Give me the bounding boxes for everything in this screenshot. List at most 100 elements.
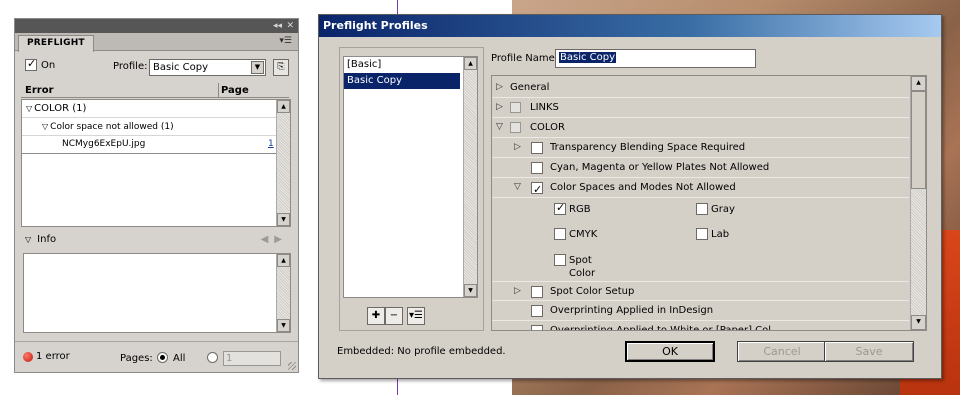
links-checkbox[interactable] xyxy=(510,102,521,113)
collapse-triangle-icon[interactable]: ▽ xyxy=(514,178,521,197)
expand-triangle-icon[interactable]: ▽ xyxy=(42,118,48,135)
expand-triangle-icon[interactable]: ▽ xyxy=(26,100,32,117)
page-column-header[interactable]: Page xyxy=(221,85,249,96)
error-count-text[interactable]: 1 error xyxy=(36,351,70,362)
transparency-checkbox[interactable] xyxy=(531,142,543,154)
profile-rules-tree: ▷ General ▷ LINKS ▽ COLOR ▷ Transparency… xyxy=(491,75,927,331)
scroll-up-icon[interactable]: ▲ xyxy=(277,100,290,113)
expand-triangle-icon[interactable]: ▷ xyxy=(496,78,503,97)
tree-row-overprinting-white[interactable]: Overprinting Applied to White or [Paper]… xyxy=(492,321,909,331)
cmy-plates-checkbox[interactable] xyxy=(531,162,543,174)
error-group-label: COLOR (1) xyxy=(34,103,87,114)
on-checkbox[interactable] xyxy=(25,57,37,71)
scroll-down-icon[interactable]: ▼ xyxy=(464,284,477,297)
info-label: Info xyxy=(37,234,57,245)
tree-label-spot-color-setup: Spot Color Setup xyxy=(550,286,635,297)
scroll-down-icon[interactable]: ▼ xyxy=(277,213,290,226)
gray-checkbox[interactable] xyxy=(696,203,708,215)
tree-row-cmy-plates[interactable]: Cyan, Magenta or Yellow Plates Not Allow… xyxy=(492,158,909,178)
tree-label-overprinting: Overprinting Applied in InDesign xyxy=(550,305,714,316)
tab-preflight[interactable]: PREFLIGHT xyxy=(18,35,94,52)
panel-menu-icon[interactable]: ▾☰ xyxy=(279,36,292,46)
tree-row-color[interactable]: ▽ COLOR xyxy=(492,118,909,138)
tree-row-links[interactable]: ▷ LINKS xyxy=(492,98,909,118)
close-icon[interactable]: ✕ xyxy=(286,20,294,32)
lab-checkbox[interactable] xyxy=(696,228,708,240)
chevron-down-icon[interactable]: ▼ xyxy=(251,61,264,74)
pages-range-input[interactable]: 1 xyxy=(223,351,281,366)
rgb-checkbox[interactable] xyxy=(554,201,566,215)
error-subgroup-row[interactable]: ▽ Color space not allowed (1) xyxy=(22,118,290,136)
tree-row-general[interactable]: ▷ General xyxy=(492,78,909,98)
profile-list-buttons: ✚ − ▾☰ xyxy=(367,307,425,325)
scrollbar-thumb[interactable] xyxy=(911,91,926,189)
pages-all-radio[interactable] xyxy=(157,352,168,363)
info-nav-arrows-icon[interactable]: ◀▶ xyxy=(261,234,288,245)
tree-label-transparency: Transparency Blending Space Required xyxy=(550,142,746,153)
tree-label-color: COLOR xyxy=(530,122,565,133)
error-list-scrollbar[interactable]: ▲ ▼ xyxy=(276,100,290,226)
overprinting-white-checkbox[interactable] xyxy=(531,325,543,330)
info-scrollbar[interactable]: ▲ ▼ xyxy=(276,254,290,332)
overprinting-checkbox[interactable] xyxy=(531,305,543,317)
info-box: ▲ ▼ xyxy=(23,253,291,333)
save-button[interactable]: Save xyxy=(824,341,914,362)
scroll-up-icon[interactable]: ▲ xyxy=(464,57,477,70)
info-section-header[interactable]: ▽ Info ◀▶ xyxy=(25,234,290,248)
pages-all-label: All xyxy=(173,353,186,364)
profile-list-scrollbar[interactable]: ▲ ▼ xyxy=(463,57,477,297)
collapse-icon[interactable]: ◂◂ xyxy=(273,20,282,32)
expand-triangle-icon[interactable]: ▽ xyxy=(25,235,31,244)
error-page-link[interactable]: 1 xyxy=(268,136,274,153)
delete-profile-icon[interactable]: − xyxy=(385,307,403,325)
expand-triangle-icon[interactable]: ▷ xyxy=(496,98,503,117)
profile-menu-icon[interactable]: ▾☰ xyxy=(407,307,425,325)
new-profile-icon[interactable]: ✚ xyxy=(367,307,385,325)
profile-select-value: Basic Copy xyxy=(153,62,209,73)
cancel-button[interactable]: Cancel xyxy=(737,341,827,362)
pages-range-radio[interactable] xyxy=(207,352,218,363)
profile-name-input[interactable]: Basic Copy xyxy=(555,49,756,68)
rules-tree-scrollbar[interactable]: ▲ ▼ xyxy=(910,76,926,330)
expand-triangle-icon[interactable]: ▷ xyxy=(514,282,521,301)
spot-color-checkbox[interactable] xyxy=(554,254,566,266)
tree-label-general: General xyxy=(510,82,550,93)
cmyk-checkbox[interactable] xyxy=(554,228,566,240)
profile-label: Profile: xyxy=(113,61,148,72)
tree-row-color-spaces[interactable]: ▽ Color Spaces and Modes Not Allowed xyxy=(492,178,909,199)
error-subgroup-label: Color space not allowed (1) xyxy=(50,122,174,132)
collapse-triangle-icon[interactable]: ▽ xyxy=(496,118,503,137)
resize-grip-icon[interactable] xyxy=(288,362,296,370)
tree-label-cmy-plates: Cyan, Magenta or Yellow Plates Not Allow… xyxy=(550,162,770,173)
spot-color-setup-checkbox[interactable] xyxy=(531,286,543,298)
scroll-up-icon[interactable]: ▲ xyxy=(277,254,290,267)
expand-triangle-icon[interactable]: ▷ xyxy=(514,138,521,157)
status-bar: 1 error Pages: All 1 xyxy=(23,351,293,367)
error-item-row[interactable]: NCMyg6ExEpU.jpg 1 xyxy=(22,136,290,154)
dialog-title[interactable]: Preflight Profiles xyxy=(319,15,941,37)
define-profiles-icon[interactable]: ⎘ xyxy=(273,59,289,76)
panel-title-bar[interactable]: ◂◂ ✕ xyxy=(15,19,298,33)
tree-row-overprinting[interactable]: Overprinting Applied in InDesign xyxy=(492,301,909,321)
color-checkbox[interactable] xyxy=(510,122,521,133)
error-list: ▽ COLOR (1) ▽ Color space not allowed (1) … xyxy=(21,99,291,227)
scroll-down-icon[interactable]: ▼ xyxy=(911,315,926,330)
tree-row-transparency[interactable]: ▷ Transparency Blending Space Required xyxy=(492,138,909,158)
error-group-row[interactable]: ▽ COLOR (1) xyxy=(22,100,290,118)
ok-button[interactable]: OK xyxy=(625,341,715,362)
gray-label: Gray xyxy=(711,204,735,215)
scroll-up-icon[interactable]: ▲ xyxy=(911,76,926,91)
profile-list-item[interactable]: [Basic] xyxy=(344,57,460,73)
pages-label: Pages: xyxy=(120,353,153,364)
profile-list-item-selected[interactable]: Basic Copy xyxy=(344,73,460,89)
tree-label-overprinting-white: Overprinting Applied to White or [Paper]… xyxy=(550,325,772,331)
color-spaces-checkbox[interactable] xyxy=(531,180,543,199)
on-toggle[interactable]: On xyxy=(25,57,55,71)
error-item-label: NCMyg6ExEpU.jpg xyxy=(62,139,146,149)
tree-row-spot-color-setup[interactable]: ▷ Spot Color Setup xyxy=(492,281,909,301)
scroll-down-icon[interactable]: ▼ xyxy=(277,319,290,332)
error-column-header[interactable]: Error xyxy=(25,85,54,96)
preflight-profiles-dialog: Preflight Profiles [Basic] Basic Copy ▲ … xyxy=(318,14,942,379)
profile-select[interactable]: Basic Copy ▼ xyxy=(149,59,266,76)
tree-label-color-spaces: Color Spaces and Modes Not Allowed xyxy=(550,182,736,193)
